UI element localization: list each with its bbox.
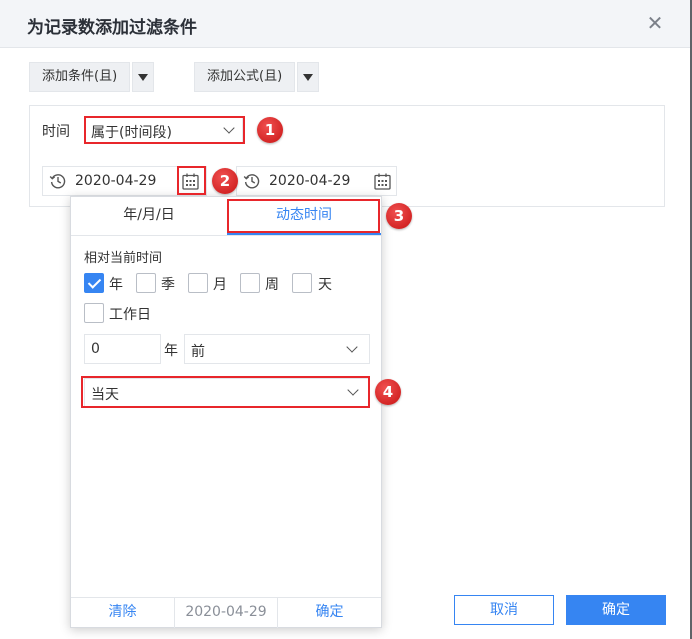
- close-icon[interactable]: ✕: [645, 13, 665, 33]
- dialog-header: 为记录数添加过滤条件 ✕: [0, 0, 690, 48]
- day-checkbox[interactable]: [292, 273, 312, 293]
- date-picker-popup: 年/月/日 动态时间 相对当前时间 年 季 月 周 天 工作日 0 年 前 当天…: [70, 196, 382, 628]
- quarter-checkbox-label: 季: [161, 277, 175, 293]
- day-value: 当天: [91, 387, 119, 403]
- history-icon: [49, 174, 66, 189]
- day-checkbox-label: 天: [318, 277, 332, 293]
- operator-select[interactable]: 属于(时间段): [85, 116, 243, 144]
- month-checkbox[interactable]: [188, 273, 208, 293]
- add-formula-split-button: 添加公式(且): [194, 62, 320, 92]
- cancel-button[interactable]: 取消: [454, 595, 554, 625]
- annotation-badge-1: 1: [257, 117, 283, 143]
- day-select[interactable]: 当天: [84, 378, 369, 408]
- tab-year-month-day[interactable]: 年/月/日: [71, 197, 227, 235]
- direction-select[interactable]: 前: [184, 334, 370, 364]
- tab-dynamic-time[interactable]: 动态时间: [227, 197, 381, 235]
- end-date-value: 2020-04-29: [269, 173, 351, 189]
- add-condition-split-button: 添加条件(且): [29, 62, 155, 92]
- add-formula-button[interactable]: 添加公式(且): [194, 62, 296, 92]
- end-date-input[interactable]: 2020-04-29: [236, 166, 397, 196]
- picker-footer: 清除 2020-04-29 确定: [71, 597, 381, 628]
- offset-input[interactable]: 0: [84, 334, 161, 364]
- month-checkbox-label: 月: [213, 277, 227, 293]
- workday-checkbox-label: 工作日: [109, 307, 151, 323]
- dialog-title: 为记录数添加过滤条件: [27, 18, 197, 38]
- week-checkbox[interactable]: [240, 273, 260, 293]
- caret-down-icon[interactable]: [297, 62, 320, 92]
- clear-button[interactable]: 清除: [71, 598, 174, 628]
- history-icon: [243, 174, 260, 189]
- tabs-divider: [71, 235, 381, 236]
- ok-button[interactable]: 确定: [566, 595, 666, 625]
- direction-value: 前: [191, 344, 205, 360]
- year-checkbox[interactable]: [84, 273, 104, 293]
- annotation-badge-2: 2: [212, 168, 238, 194]
- picker-current-date: 2020-04-29: [174, 598, 278, 628]
- start-date-input[interactable]: 2020-04-29: [42, 166, 207, 196]
- chevron-down-icon: [347, 384, 359, 396]
- year-checkbox-label: 年: [109, 277, 123, 293]
- calendar-icon[interactable]: [374, 173, 391, 190]
- add-condition-button[interactable]: 添加条件(且): [29, 62, 131, 92]
- operator-value: 属于(时间段): [91, 125, 172, 141]
- annotation-badge-4: 4: [375, 379, 401, 405]
- calendar-icon[interactable]: [182, 173, 199, 190]
- start-date-value: 2020-04-29: [75, 173, 157, 189]
- chevron-down-icon: [346, 341, 358, 353]
- week-checkbox-label: 周: [265, 277, 279, 293]
- quarter-checkbox[interactable]: [136, 273, 156, 293]
- relative-time-label: 相对当前时间: [84, 251, 163, 266]
- chevron-down-icon: [223, 122, 235, 134]
- caret-down-icon[interactable]: [132, 62, 155, 92]
- annotation-badge-3: 3: [386, 203, 412, 229]
- workday-checkbox[interactable]: [84, 303, 104, 323]
- offset-unit-label: 年: [164, 343, 178, 359]
- filter-dialog: 为记录数添加过滤条件 ✕ 添加条件(且) 添加公式(且) 时间 属于(时间段) …: [0, 0, 690, 639]
- picker-confirm-button[interactable]: 确定: [278, 598, 381, 628]
- field-label: 时间: [42, 124, 70, 140]
